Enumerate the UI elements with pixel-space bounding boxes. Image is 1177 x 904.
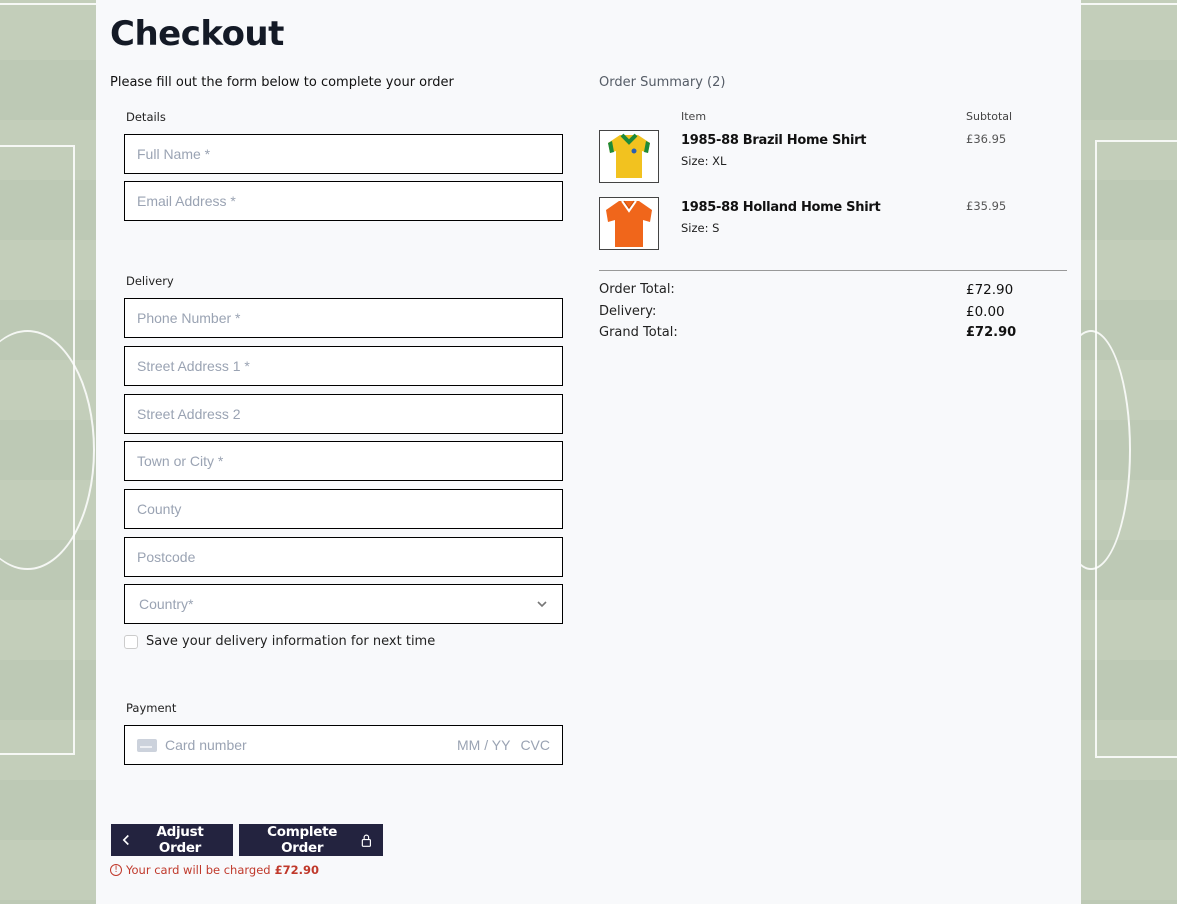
grand-total-label: Grand Total: — [599, 325, 678, 340]
order-summary-title: Order Summary (2) — [599, 75, 726, 90]
page-intro: Please fill out the form below to comple… — [110, 75, 454, 90]
product-subtotal: £36.95 — [966, 132, 1007, 146]
card-cvc-field[interactable]: CVC — [520, 737, 550, 753]
checkout-container: Checkout Please fill out the form below … — [96, 0, 1081, 904]
save-info-label: Save your delivery information for next … — [146, 634, 436, 649]
country-select[interactable]: Country* — [124, 584, 563, 624]
delivery-cost-value: £0.00 — [966, 304, 1005, 320]
product-subtotal: £35.95 — [966, 199, 1007, 213]
lock-icon — [362, 834, 372, 847]
card-expiry-field[interactable]: MM / YY — [457, 737, 510, 753]
shirt-icon — [606, 200, 652, 247]
product-image-brazil-shirt[interactable] — [599, 130, 659, 183]
chevron-left-icon — [122, 834, 129, 846]
country-select-value: Country* — [139, 596, 194, 612]
postcode-field[interactable] — [124, 537, 563, 577]
complete-order-button[interactable]: Complete Order — [239, 824, 383, 856]
pitch-background-left — [0, 0, 190, 904]
pitch-background-right — [1051, 0, 1177, 904]
town-field[interactable] — [124, 441, 563, 481]
charge-warning-amount: £72.90 — [274, 863, 319, 877]
column-header-subtotal: Subtotal — [966, 110, 1013, 123]
complete-order-label: Complete Order — [267, 824, 338, 856]
county-field[interactable] — [124, 489, 563, 529]
shirt-icon — [608, 133, 650, 178]
warning-icon: ! — [110, 864, 122, 876]
delivery-label: Delivery — [126, 274, 174, 288]
street-address-1-field[interactable] — [124, 346, 563, 386]
charge-warning: ! Your card will be charged £72.90 — [110, 863, 319, 877]
product-name[interactable]: 1985-88 Holland Home Shirt — [681, 200, 881, 215]
order-total-value: £72.90 — [966, 282, 1014, 298]
street-address-2-field[interactable] — [124, 394, 563, 434]
order-total-label: Order Total: — [599, 282, 675, 297]
column-header-item: Item — [681, 110, 707, 123]
charge-warning-text: Your card will be charged — [126, 863, 271, 877]
details-label: Details — [126, 110, 166, 124]
adjust-order-label: Adjust Order — [156, 824, 204, 856]
grand-total-value: £72.90 — [966, 325, 1017, 340]
chevron-down-icon — [537, 601, 547, 608]
summary-divider — [599, 270, 1067, 271]
product-name[interactable]: 1985-88 Brazil Home Shirt — [681, 133, 867, 148]
product-size: Size: S — [681, 221, 720, 235]
email-field[interactable] — [124, 181, 563, 221]
payment-label: Payment — [126, 701, 177, 715]
product-image-holland-shirt[interactable] — [599, 197, 659, 250]
page-title: Checkout — [110, 14, 284, 54]
card-element[interactable]: Card number MM / YY CVC — [124, 725, 563, 765]
save-info-checkbox[interactable] — [124, 634, 138, 649]
full-name-field[interactable] — [124, 134, 563, 174]
product-size: Size: XL — [681, 154, 727, 168]
phone-field[interactable] — [124, 298, 563, 338]
credit-card-icon — [137, 738, 157, 752]
save-info-row: Save your delivery information for next … — [124, 634, 435, 649]
adjust-order-button[interactable]: Adjust Order — [111, 824, 233, 856]
card-number-field[interactable]: Card number — [165, 737, 457, 753]
delivery-cost-label: Delivery: — [599, 304, 657, 319]
